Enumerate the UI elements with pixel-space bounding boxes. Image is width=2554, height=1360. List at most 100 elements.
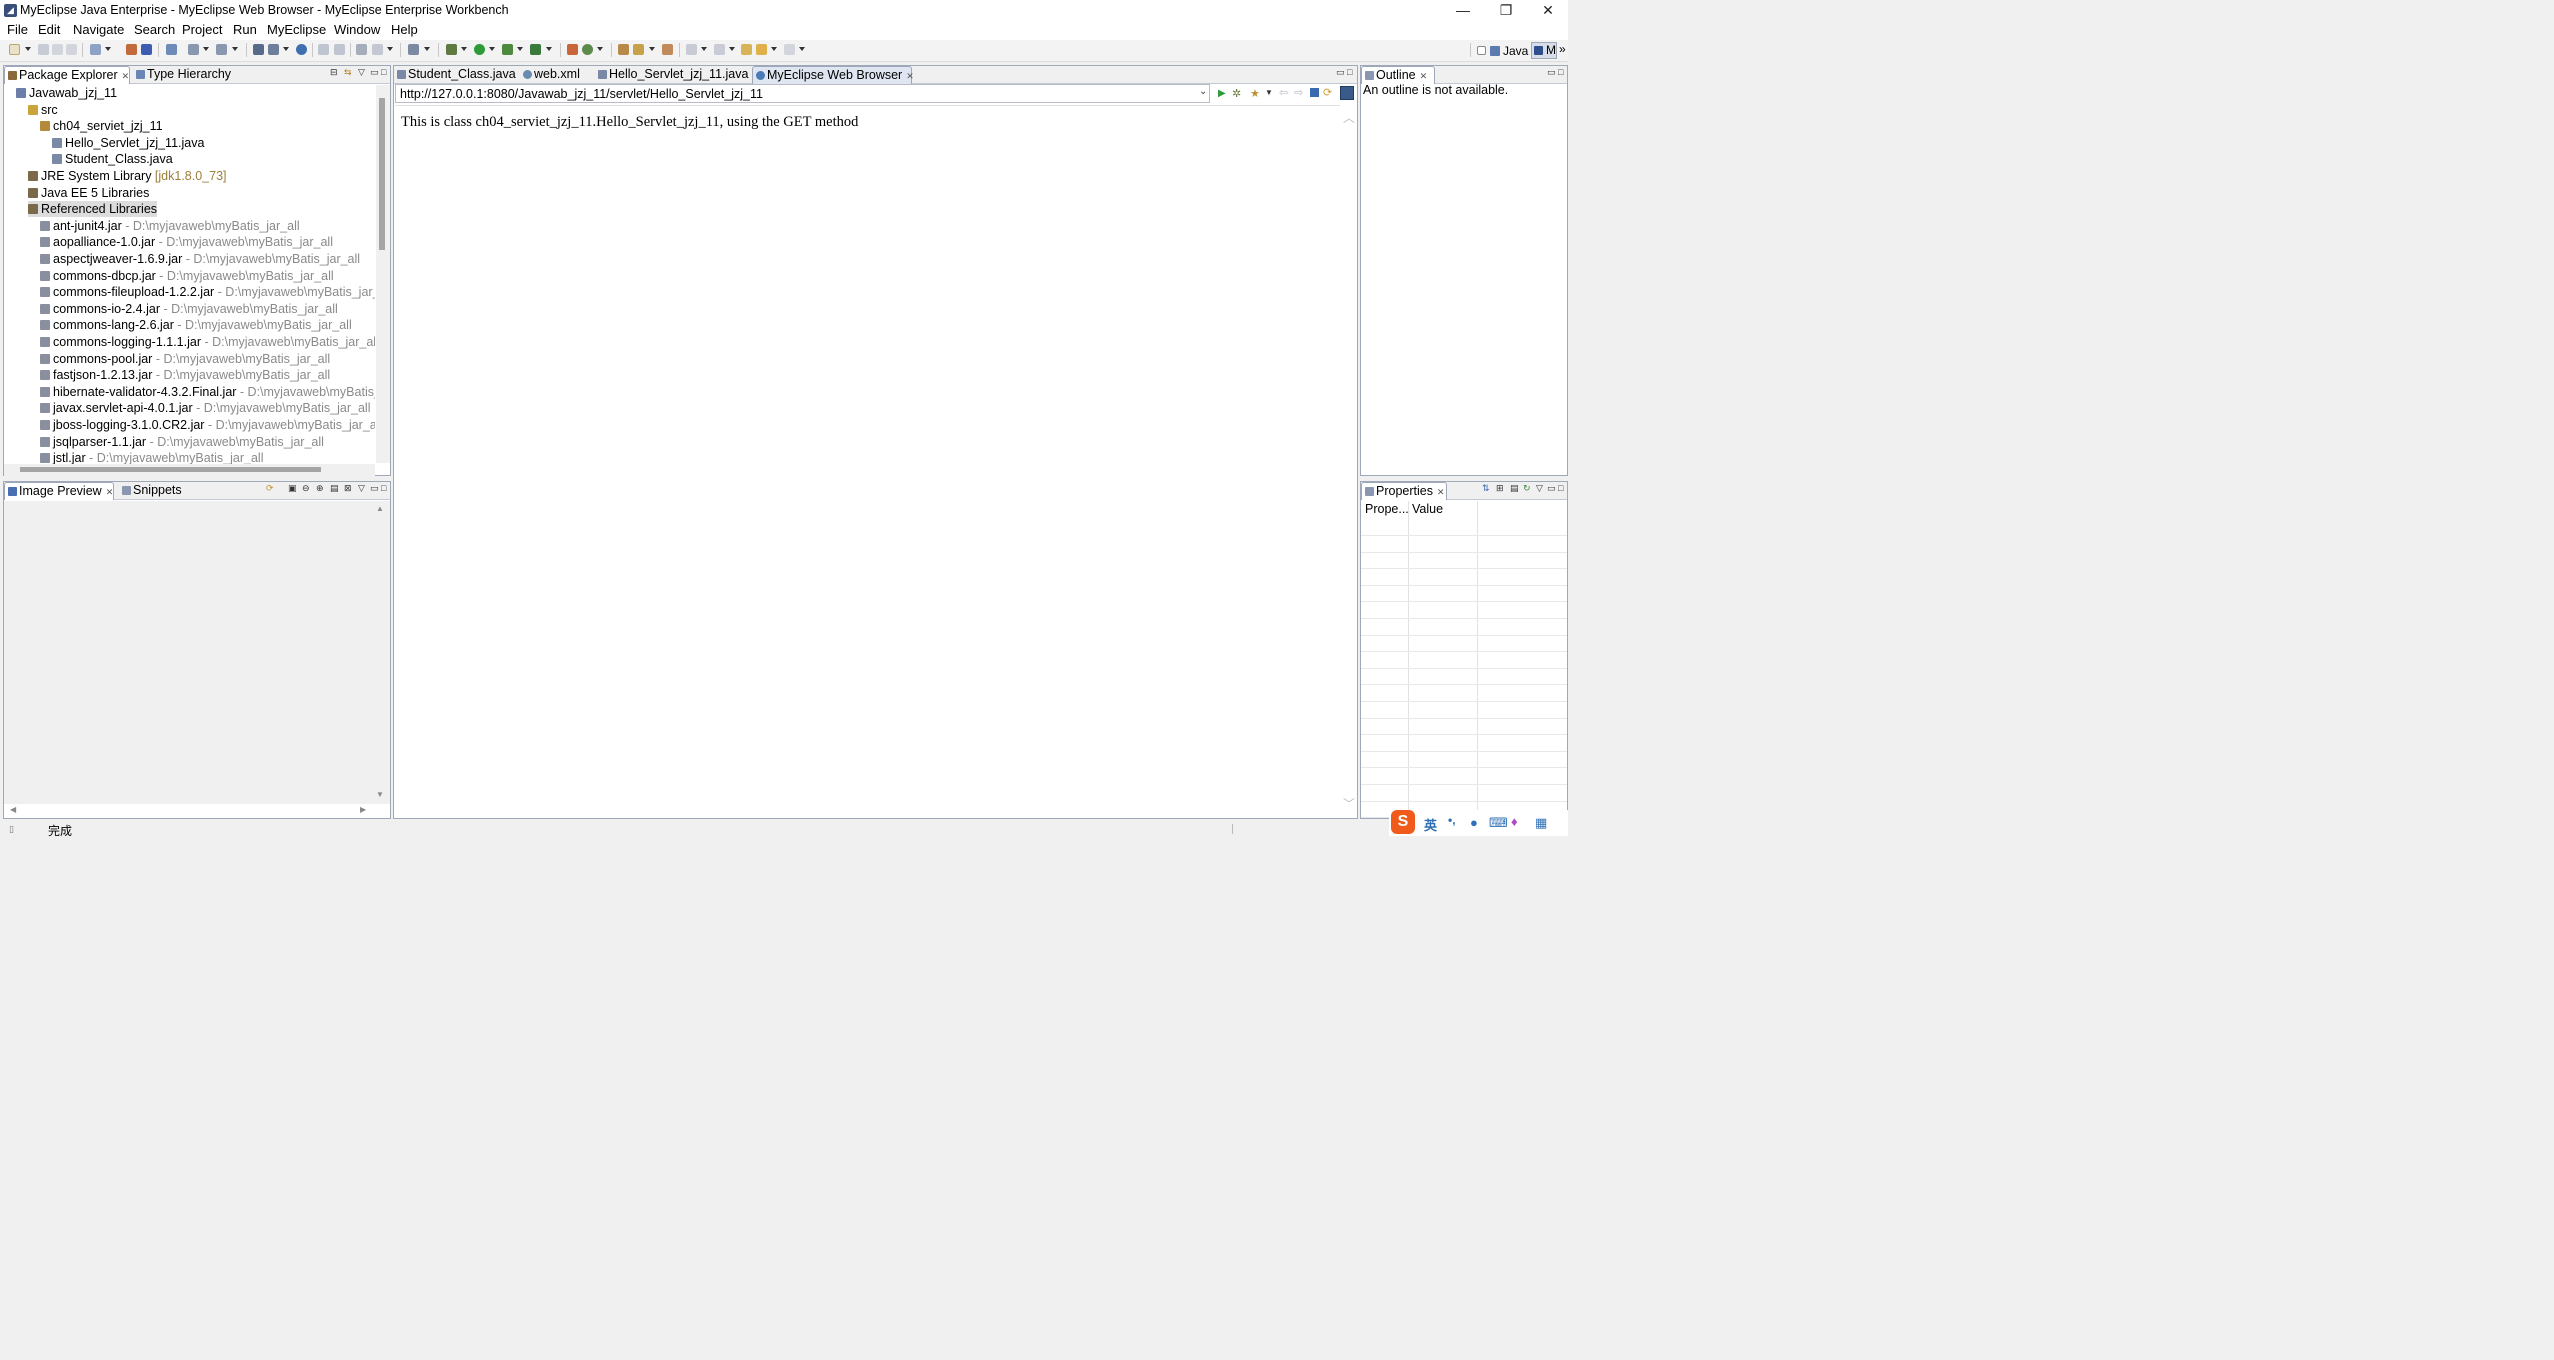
tab-snippets[interactable]: Snippets: [119, 482, 182, 500]
link-editor-icon[interactable]: ⇆: [344, 67, 352, 78]
tree-item[interactable]: commons-pool.jar - D:\myjavaweb\myBatis_…: [40, 351, 330, 367]
back-icon[interactable]: [756, 44, 767, 55]
open-type-icon[interactable]: [188, 44, 199, 55]
tree-item[interactable]: commons-dbcp.jar - D:\myjavaweb\myBatis_…: [40, 268, 334, 284]
tab-type-hierarchy[interactable]: Type Hierarchy: [133, 66, 231, 84]
annotate-icon[interactable]: [662, 44, 673, 55]
scroll-up-arrow-icon[interactable]: ︿: [1343, 109, 1355, 126]
tab-myeclipse-web-browser[interactable]: MyEclipse Web Browser ✕: [752, 66, 914, 85]
zoom-out-icon[interactable]: ⊖: [302, 483, 310, 494]
settings-icon[interactable]: ✲: [1232, 87, 1241, 100]
new-server-icon[interactable]: [90, 44, 101, 55]
tree-item[interactable]: commons-fileupload-1.2.2.jar - D:\myjava…: [40, 284, 375, 300]
db-browser-icon[interactable]: [166, 44, 177, 55]
format-dropdown-icon[interactable]: [387, 47, 393, 51]
favorites-icon[interactable]: ★: [1250, 87, 1260, 100]
minimize-view-icon[interactable]: ▭: [1336, 67, 1345, 78]
go-icon[interactable]: ▶: [1218, 88, 1226, 99]
tree-item[interactable]: jstl.jar - D:\myjavaweb\myBatis_jar_all: [40, 450, 264, 465]
debug-dropdown-icon[interactable]: [461, 47, 467, 51]
tab-properties[interactable]: Properties ✕: [1361, 482, 1447, 500]
maximize-view-icon[interactable]: □: [1347, 67, 1352, 77]
save-icon[interactable]: [38, 44, 49, 55]
tree-item[interactable]: aopalliance-1.0.jar - D:\myjavaweb\myBat…: [40, 234, 333, 250]
new-class-icon[interactable]: [582, 44, 593, 55]
link-icon[interactable]: [334, 44, 345, 55]
run-last-icon[interactable]: [502, 44, 513, 55]
menu-navigate[interactable]: Navigate: [73, 22, 124, 37]
tab-outline[interactable]: Outline ✕: [1361, 66, 1435, 84]
debug-icon[interactable]: [446, 44, 457, 55]
view-menu-icon[interactable]: ▽: [358, 67, 365, 78]
menu-file[interactable]: File: [7, 22, 28, 37]
skin-icon[interactable]: ♦: [1511, 814, 1518, 829]
open-folder-icon[interactable]: [618, 44, 629, 55]
show-categories-icon[interactable]: ⇅: [1482, 483, 1490, 494]
server-run-dropdown-icon[interactable]: [283, 47, 289, 51]
run-last-dropdown-icon[interactable]: [517, 47, 523, 51]
close-tab-icon[interactable]: ✕: [106, 484, 114, 501]
back-nav-icon[interactable]: ⇦: [1279, 86, 1288, 99]
more-perspectives-button[interactable]: »: [1559, 42, 1566, 56]
external-tools-icon[interactable]: [530, 44, 541, 55]
open-perspective-icon[interactable]: [1477, 46, 1486, 55]
tree-item[interactable]: javax.servlet-api-4.0.1.jar - D:\myjavaw…: [40, 400, 371, 416]
close-tab-icon[interactable]: ✕: [906, 68, 914, 85]
tab-hello-servlet-java[interactable]: Hello_Servlet_jzj_11.java: [595, 66, 748, 84]
menu-run[interactable]: Run: [233, 22, 257, 37]
prev-annotation-dropdown-icon[interactable]: [729, 47, 735, 51]
new-java-project-icon[interactable]: [567, 44, 578, 55]
last-edit-icon[interactable]: [741, 44, 752, 55]
fullscreen-icon[interactable]: ⊠: [344, 483, 352, 494]
show-advanced-icon[interactable]: ⊞: [1496, 483, 1504, 494]
server-dropdown-icon[interactable]: [105, 47, 111, 51]
column-header-value[interactable]: Value: [1412, 502, 1443, 516]
tree-item[interactable]: Referenced Libraries: [28, 201, 158, 218]
search-dropdown-icon[interactable]: [232, 47, 238, 51]
scroll-down-arrow-icon[interactable]: ▼: [376, 790, 384, 799]
refresh-icon[interactable]: ⟳: [1323, 86, 1332, 99]
restore-default-icon[interactable]: ↻: [1523, 483, 1531, 494]
tree-item[interactable]: jsqlparser-1.1.jar - D:\myjavaweb\myBati…: [40, 434, 324, 450]
run-icon[interactable]: [474, 44, 485, 55]
url-dropdown-icon[interactable]: ⌄: [1199, 86, 1207, 97]
microphone-icon[interactable]: ●: [1470, 815, 1478, 830]
forward-dropdown-icon[interactable]: [799, 47, 805, 51]
actual-size-icon[interactable]: ▤: [330, 483, 339, 494]
tree-item[interactable]: Java EE 5 Libraries: [28, 185, 149, 201]
tree-horizontal-scrollbar[interactable]: [4, 464, 375, 476]
manage-deploy-icon[interactable]: [141, 44, 152, 55]
print-icon[interactable]: [66, 44, 77, 55]
tab-web-xml[interactable]: web.xml: [520, 66, 580, 84]
menu-search[interactable]: Search: [134, 22, 175, 37]
scrollbar-thumb[interactable]: [20, 467, 321, 472]
refresh-preview-icon[interactable]: ⟳: [266, 483, 274, 494]
scroll-down-arrow-icon[interactable]: ﹀: [1343, 795, 1355, 812]
console-icon[interactable]: [408, 44, 419, 55]
keyboard-icon[interactable]: ⌨: [1489, 815, 1508, 831]
maximize-view-icon[interactable]: □: [381, 67, 386, 77]
view-menu-icon[interactable]: ▽: [358, 483, 365, 494]
filter-icon[interactable]: ▤: [1510, 483, 1519, 494]
menu-myeclipse[interactable]: MyEclipse: [267, 22, 326, 37]
pen-icon[interactable]: [633, 44, 644, 55]
tree-item[interactable]: hibernate-validator-4.3.2.Final.jar - D:…: [40, 384, 375, 400]
tree-item[interactable]: aspectjweaver-1.6.9.jar - D:\myjavaweb\m…: [40, 251, 360, 267]
tree-item[interactable]: Student_Class.java: [52, 151, 173, 167]
menu-window[interactable]: Window: [334, 22, 380, 37]
scroll-up-arrow-icon[interactable]: ▲: [376, 504, 384, 513]
tree-item[interactable]: fastjson-1.2.13.jar - D:\myjavaweb\myBat…: [40, 367, 330, 383]
maximize-view-icon[interactable]: □: [381, 483, 386, 493]
tree-item[interactable]: JRE System Library [jdk1.8.0_73]: [28, 168, 227, 184]
tree-item[interactable]: commons-io-2.4.jar - D:\myjavaweb\myBati…: [40, 301, 338, 317]
close-tab-icon[interactable]: ✕: [122, 68, 130, 85]
collapse-all-icon[interactable]: ⊟: [330, 67, 338, 78]
run-dropdown-icon[interactable]: [489, 47, 495, 51]
menu-edit[interactable]: Edit: [38, 22, 60, 37]
toggle-icon[interactable]: [318, 44, 329, 55]
web-browser-icon[interactable]: [296, 44, 307, 55]
browser-view-icon[interactable]: [1340, 86, 1354, 100]
tree-item[interactable]: Javawab_jzj_11: [16, 85, 117, 101]
tab-image-preview[interactable]: Image Preview ✕: [4, 482, 114, 500]
search-tool-icon[interactable]: [216, 44, 227, 55]
